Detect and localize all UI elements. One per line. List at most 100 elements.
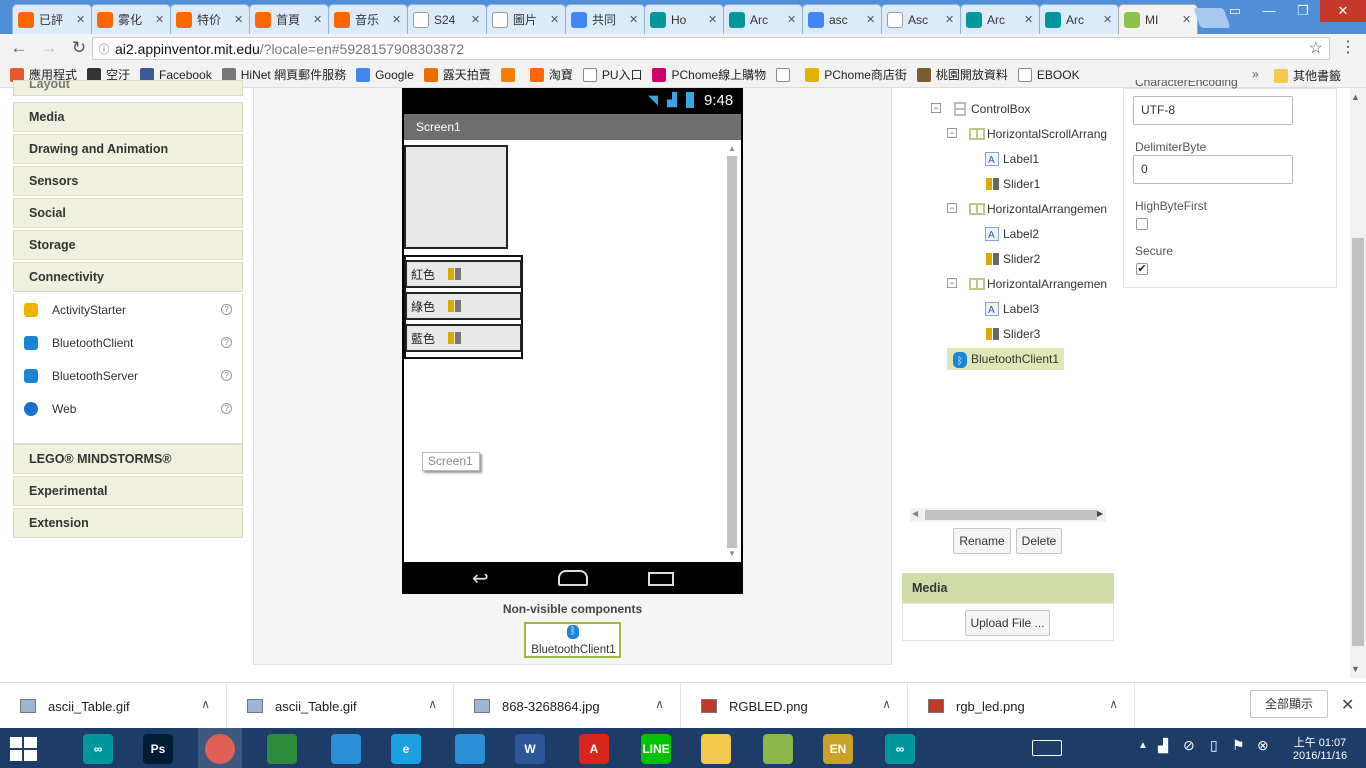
palette-category[interactable]: Social [13,198,243,228]
screen-scroll-thumb[interactable] [727,156,737,548]
tree-scroll-right-icon[interactable]: ▶ [1097,509,1103,518]
user-icon[interactable]: ▭ [1218,0,1252,22]
rename-button[interactable]: Rename [953,528,1011,554]
tree-node-label2[interactable]: A Label2 [985,223,1039,245]
network-icon[interactable]: ▟ [1158,738,1168,754]
chart-app-icon[interactable] [758,732,798,766]
line-icon[interactable]: LINE [636,732,676,766]
palette-item-bluetoothclient[interactable]: BluetoothClient? [14,326,242,359]
tree-node-horizontalarrangemen[interactable]: HorizontalArrangemen [969,273,1107,295]
language-bar-icon[interactable]: EN [818,732,858,766]
flag-icon[interactable]: ⚑ [1232,737,1245,754]
tab-close-icon[interactable]: ✕ [708,13,718,26]
download-item[interactable]: ascii_Table.gif ∧ [227,683,454,729]
tree-scroll-left-icon[interactable]: ◀ [912,509,918,518]
clock-date[interactable]: 2016/11/16 [1282,750,1358,762]
scroll-down-icon[interactable]: ▼ [1351,664,1360,674]
collapse-toggle-icon[interactable]: − [947,128,957,138]
tab-close-icon[interactable]: ✕ [1024,13,1034,26]
collapse-toggle-icon[interactable]: − [947,203,957,213]
acrobat-icon[interactable]: A [574,732,614,766]
browser-tab[interactable]: S24 ✕ [407,4,487,34]
palette-category[interactable]: Experimental [13,476,243,506]
tree-node-bluetoothclient1[interactable]: ᛒ BluetoothClient1 [947,348,1064,370]
page-scrollbar-thumb[interactable] [1352,238,1364,646]
tray-expand-icon[interactable]: ▲ [1138,740,1148,751]
bookmark-star-icon[interactable]: ☆ [1309,38,1323,58]
chevron-up-icon[interactable]: ∧ [201,697,210,711]
download-item[interactable]: rgb_led.png ∧ [908,683,1135,729]
scroll-up-icon[interactable]: ▲ [1351,92,1360,102]
forward-button[interactable]: → [34,38,64,58]
bookmarks-overflow-icon[interactable]: » [1252,67,1259,81]
tree-node-slider3[interactable]: Slider3 [985,323,1040,345]
palette-category[interactable]: Storage [13,230,243,260]
windows-start-icon[interactable] [10,737,38,761]
store-icon[interactable] [262,732,302,766]
horizontal-arrangement[interactable]: 綠色 [405,292,522,320]
tree-node-controlbox[interactable]: ControlBox [953,98,1030,120]
delimiter-byte-input[interactable]: 0 [1133,155,1293,184]
reload-button[interactable]: ↻ [64,38,94,58]
tree-node-slider1[interactable]: Slider1 [985,173,1040,195]
minimize-button[interactable]: — [1252,0,1286,22]
ime-icon[interactable]: ⊗ [1257,737,1269,754]
help-icon[interactable]: ? [221,337,232,348]
tab-close-icon[interactable]: ✕ [313,13,323,26]
browser-tab[interactable]: Asc ✕ [881,4,961,34]
browser-tab[interactable]: asc ✕ [802,4,882,34]
tab-close-icon[interactable]: ✕ [550,13,560,26]
bookmark-item[interactable]: PChome線上購物 [652,66,766,83]
tab-close-icon[interactable]: ✕ [866,13,876,26]
browser-tab[interactable]: MI ✕ [1118,4,1198,34]
tree-node-horizontalscrollarrang[interactable]: HorizontalScrollArrang [969,123,1107,145]
bookmark-item[interactable]: Google [356,67,414,82]
bookmark-item[interactable]: PChome商店街 [805,66,907,83]
show-all-downloads-button[interactable]: 全部顯示 [1250,690,1328,718]
secure-checkbox[interactable]: ✔ [1136,263,1148,275]
tree-node-slider2[interactable]: Slider2 [985,248,1040,270]
nonvisible-item[interactable]: ᛒ BluetoothClient1 [524,622,621,658]
back-button[interactable]: ← [4,38,34,58]
palette-category-layout[interactable]: Layout [13,80,243,96]
bookmark-item[interactable]: 淘寶 [529,66,573,83]
browser-tab[interactable]: 雾化 ✕ [91,4,171,34]
delete-button[interactable]: Delete [1016,528,1062,554]
help-icon[interactable]: ? [221,304,232,315]
url-input[interactable]: ⓘ ai2.appinventor.mit.edu/?locale=en#592… [92,37,1330,60]
file-explorer-icon[interactable] [696,732,736,766]
network-app-icon[interactable] [450,732,490,766]
horizontal-arrangement[interactable]: 紅色 [405,260,522,288]
palette-item-web[interactable]: Web? [14,392,242,425]
photoshop-icon[interactable]: Ps [138,732,178,766]
character-encoding-input[interactable]: UTF-8 [1133,96,1293,125]
browser-tab[interactable]: 已評 ✕ [12,4,92,34]
screen-scrollbar[interactable]: ▲ ▼ [724,140,741,562]
tab-close-icon[interactable]: ✕ [787,13,797,26]
word-icon[interactable]: W [510,732,550,766]
tree-node-label1[interactable]: A Label1 [985,148,1039,170]
tree-scroll-thumb[interactable] [925,510,1097,520]
browser-tab[interactable]: 首頁 ✕ [249,4,329,34]
ie-icon[interactable]: e [386,732,426,766]
horizontal-arrangement[interactable]: 藍色 [405,324,522,352]
tab-close-icon[interactable]: ✕ [945,13,955,26]
clock-time[interactable]: 上午 01:07 [1282,734,1358,750]
browser-tab[interactable]: 音乐 ✕ [328,4,408,34]
palette-category[interactable]: Connectivity [13,262,243,292]
high-byte-first-checkbox[interactable] [1136,218,1148,230]
tree-hscrollbar[interactable]: ◀ ▶ [910,508,1106,522]
help-icon[interactable]: ? [221,370,232,381]
palette-category[interactable]: Media [13,102,243,132]
bookmark-item[interactable]: 桃園開放資料 [916,66,1008,83]
bookmark-item[interactable]: PU入口 [582,66,642,83]
download-item[interactable]: RGBLED.png ∧ [681,683,908,729]
device-icon[interactable]: ▯ [1210,737,1218,754]
tab-close-icon[interactable]: ✕ [1103,13,1113,26]
collapse-toggle-icon[interactable]: − [947,278,957,288]
browser-tab[interactable]: Arc ✕ [1039,4,1119,34]
bookmark-item[interactable] [776,67,795,82]
tab-close-icon[interactable]: ✕ [155,13,165,26]
palette-category[interactable]: LEGO® MINDSTORMS® [13,444,243,474]
browser-tab[interactable]: 共同 ✕ [565,4,645,34]
